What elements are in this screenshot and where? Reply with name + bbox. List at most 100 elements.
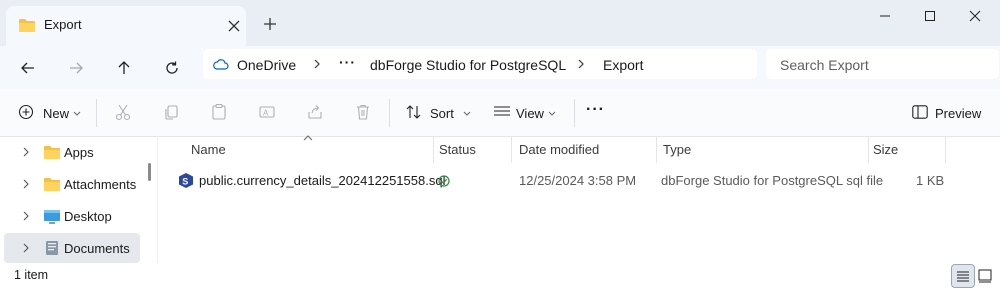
arrow-right-icon — [70, 62, 83, 74]
column-label: Size — [873, 142, 899, 157]
chevron-right-icon[interactable] — [22, 242, 30, 254]
preview-pane-icon — [912, 105, 928, 119]
command-bar: New A Sort View ··· Preview — [0, 89, 1000, 137]
minimize-button[interactable] — [862, 0, 908, 32]
column-header-status[interactable]: Status — [434, 137, 511, 163]
sort-button[interactable]: Sort — [400, 89, 480, 136]
tiles-view-button[interactable] — [974, 265, 996, 287]
sidebar-item-label: Apps — [64, 145, 94, 160]
maximize-icon — [925, 11, 935, 21]
sidebar-item-desktop[interactable]: Desktop — [4, 201, 140, 231]
new-label: New — [43, 106, 70, 121]
chevron-right-icon[interactable] — [22, 146, 30, 158]
close-tab-icon[interactable] — [224, 16, 244, 36]
tab-title: Export — [44, 17, 82, 32]
column-header-name[interactable]: Name — [160, 137, 433, 163]
sidebar-item-documents[interactable]: Documents — [4, 233, 140, 263]
pane-divider[interactable] — [157, 137, 158, 263]
desktop-icon — [43, 208, 61, 224]
preview-button[interactable]: Preview — [904, 89, 994, 136]
sort-label: Sort — [430, 106, 454, 121]
breadcrumb-onedrive[interactable]: OneDrive — [237, 57, 296, 73]
minimize-icon — [880, 15, 890, 17]
sql-file-icon: S — [178, 172, 194, 189]
divider — [96, 99, 97, 127]
more-options-button[interactable]: ··· — [586, 101, 605, 119]
sidebar-item-apps[interactable]: Apps — [4, 137, 140, 167]
view-list-icon — [493, 105, 511, 119]
new-button[interactable]: New — [12, 89, 84, 136]
folder-icon — [43, 176, 61, 192]
arrow-up-icon — [118, 61, 130, 74]
details-view-icon — [957, 271, 969, 282]
sidebar-item-label: Attachments — [64, 177, 137, 192]
view-button[interactable]: View — [488, 89, 568, 136]
close-window-button[interactable] — [952, 0, 998, 32]
column-label: Status — [439, 142, 476, 157]
column-label: Date modified — [519, 142, 600, 157]
navigation-bar: OneDrive ··· dbForge Studio for PostgreS… — [0, 46, 1000, 89]
back-button[interactable] — [14, 55, 42, 81]
status-bar: 1 item — [0, 263, 1000, 288]
file-type: dbForge Studio for PostgreSQL sql file — [661, 173, 884, 188]
svg-text:S: S — [182, 177, 188, 187]
chevron-right-icon[interactable] — [22, 178, 30, 190]
column-divider[interactable] — [945, 137, 946, 163]
details-view-button[interactable] — [951, 264, 975, 288]
item-count: 1 item — [14, 268, 49, 282]
rename-icon[interactable]: A — [258, 103, 276, 121]
folder-icon — [43, 144, 61, 160]
chevron-right-icon[interactable] — [311, 56, 323, 72]
preview-label: Preview — [935, 106, 982, 121]
svg-text:A: A — [263, 109, 269, 118]
delete-icon[interactable] — [354, 103, 372, 121]
sort-icon — [405, 104, 423, 120]
refresh-icon — [166, 61, 178, 74]
navigation-pane: Apps Attachments Desktop Documents — [0, 137, 145, 263]
breadcrumb-export[interactable]: Export — [603, 57, 643, 73]
close-icon — [969, 10, 981, 22]
synced-check-icon — [438, 175, 450, 187]
view-label: View — [516, 106, 544, 121]
up-button[interactable] — [110, 55, 138, 81]
arrow-left-icon — [21, 62, 34, 74]
column-header-date-modified[interactable]: Date modified — [512, 137, 656, 163]
divider — [389, 99, 390, 127]
chevron-right-icon[interactable] — [22, 210, 30, 222]
sidebar-scrollbar[interactable] — [148, 163, 151, 181]
search-input[interactable]: Search Export — [766, 49, 999, 79]
maximize-button[interactable] — [907, 0, 953, 32]
documents-icon — [43, 240, 61, 256]
breadcrumb-overflow[interactable]: ··· — [339, 54, 356, 70]
chevron-down-icon — [73, 111, 81, 117]
paste-icon[interactable] — [210, 103, 228, 121]
plus-circle-icon — [18, 104, 34, 120]
address-bar[interactable]: OneDrive ··· dbForge Studio for PostgreS… — [203, 49, 757, 79]
new-tab-button[interactable] — [260, 14, 280, 34]
sidebar-item-label: Desktop — [64, 209, 112, 224]
divider — [574, 99, 575, 127]
copy-icon[interactable] — [162, 103, 180, 121]
forward-button[interactable] — [62, 55, 90, 81]
column-header-size[interactable]: Size — [869, 137, 945, 163]
chevron-down-icon — [548, 111, 556, 117]
cloud-icon — [213, 58, 229, 70]
folder-icon — [18, 17, 36, 33]
column-label: Type — [663, 142, 692, 157]
column-header-type[interactable]: Type — [657, 137, 868, 163]
tab-export[interactable]: Export — [6, 6, 246, 46]
breadcrumb-dbforge[interactable]: dbForge Studio for PostgreSQL — [370, 57, 566, 73]
file-date-modified: 12/25/2024 3:58 PM — [519, 173, 637, 188]
file-size: 1 KB — [916, 173, 945, 188]
column-label: Name — [191, 142, 226, 157]
sidebar-item-label: Documents — [64, 241, 130, 256]
cut-icon[interactable] — [114, 103, 132, 121]
chevron-right-icon[interactable] — [575, 56, 587, 72]
sidebar-item-attachments[interactable]: Attachments — [4, 169, 140, 199]
share-icon[interactable] — [306, 103, 324, 121]
search-placeholder: Search Export — [780, 57, 869, 73]
chevron-down-icon — [463, 111, 471, 117]
tiles-view-icon — [978, 269, 992, 283]
refresh-button[interactable] — [158, 55, 186, 81]
file-name[interactable]: public.currency_details_202412251558.sql — [199, 173, 445, 188]
